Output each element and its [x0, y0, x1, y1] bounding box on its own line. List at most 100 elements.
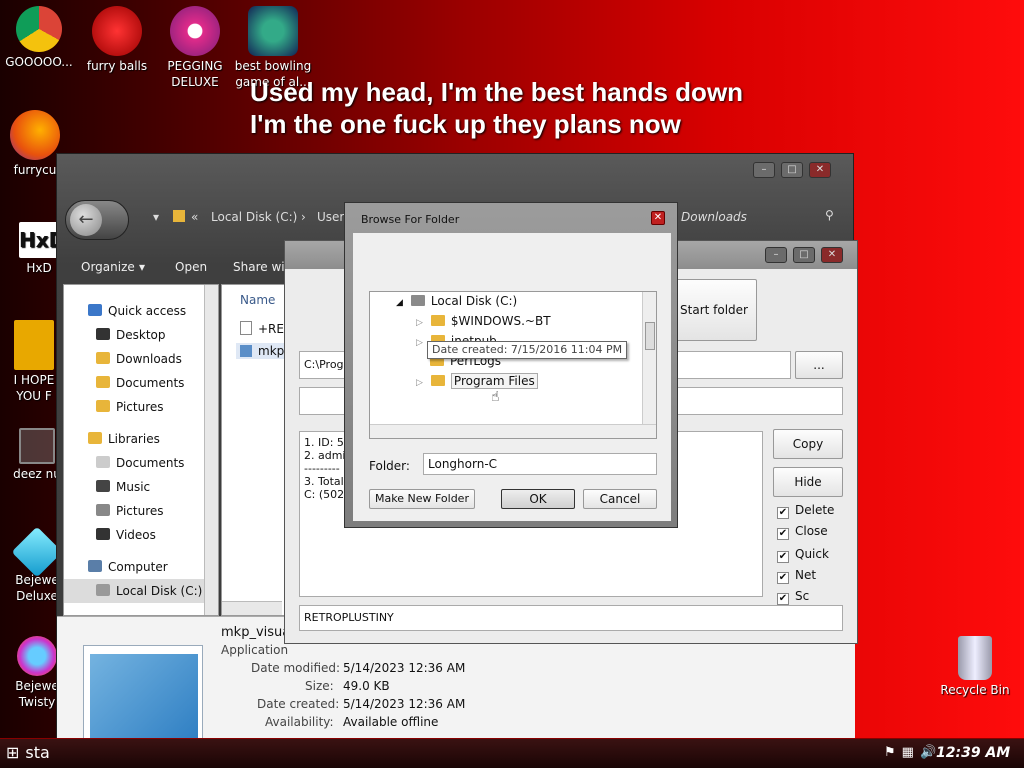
- window-stack-icon: [19, 428, 55, 464]
- videos-icon: [96, 528, 110, 540]
- horizontal-scrollbar[interactable]: [222, 601, 282, 615]
- close-button[interactable]: ✕: [809, 162, 831, 178]
- hxd-icon: HxD: [19, 222, 65, 258]
- firefox-icon: [10, 110, 60, 160]
- make-new-folder-button[interactable]: Make New Folder: [369, 489, 475, 509]
- chevron-down-icon: ▾: [139, 260, 146, 274]
- network-icon[interactable]: ▦: [902, 745, 920, 760]
- nav-label: Documents: [116, 456, 185, 470]
- check-icon: ✔: [777, 507, 789, 519]
- start-folder-button[interactable]: Start folder: [671, 279, 757, 341]
- dropdown-arrow-icon[interactable]: ▾: [153, 210, 159, 224]
- maximize-button[interactable]: □: [793, 247, 815, 263]
- start-button[interactable]: ⊞ sta: [6, 743, 50, 762]
- nav-lib-documents[interactable]: Documents: [88, 451, 218, 475]
- back-arrow-icon[interactable]: ←: [70, 204, 102, 236]
- pegging-icon: [170, 6, 220, 56]
- file-thumbnail: [83, 645, 203, 747]
- minimize-button[interactable]: –: [753, 162, 775, 178]
- minimize-button[interactable]: –: [765, 247, 787, 263]
- desktop-icon-furry-balls[interactable]: furry balls: [76, 6, 158, 74]
- sc-checkbox[interactable]: ✔ Sc: [777, 589, 809, 605]
- tree-node-local-disk[interactable]: ◢ Local Disk (C:): [396, 294, 517, 308]
- tree-horizontal-scrollbar[interactable]: [370, 424, 656, 438]
- breadcrumb-users[interactable]: User: [317, 210, 344, 224]
- desktop-icon-label: Recycle Bin: [940, 683, 1010, 697]
- share-button[interactable]: Share wit: [233, 260, 289, 274]
- nav-quick-access[interactable]: Quick access: [88, 299, 218, 323]
- app-icon: [14, 320, 54, 370]
- copy-button[interactable]: Copy: [773, 429, 843, 459]
- nav-label: Pictures: [116, 504, 164, 518]
- back-forward-buttons[interactable]: ←: [65, 200, 129, 240]
- nav-label: Downloads: [116, 352, 182, 366]
- details-filename: mkp_visual: [221, 625, 294, 640]
- nav-computer[interactable]: Computer: [88, 555, 218, 579]
- nav-scrollbar[interactable]: [204, 285, 218, 615]
- nav-desktop[interactable]: Desktop: [88, 323, 218, 347]
- close-button[interactable]: ✕: [821, 247, 843, 263]
- details-label: Availability:: [265, 715, 334, 729]
- browse-button[interactable]: ...: [795, 351, 843, 379]
- maximize-button[interactable]: □: [781, 162, 803, 178]
- flag-icon[interactable]: ⚑: [884, 745, 902, 760]
- ok-button[interactable]: OK: [501, 489, 575, 509]
- downloads-folder-icon: [96, 352, 110, 364]
- desktop-icon-pegging-deluxe[interactable]: PEGGING DELUXE: [154, 6, 236, 90]
- nav-label: Desktop: [116, 328, 166, 342]
- nav-lib-videos[interactable]: Videos: [88, 523, 218, 547]
- documents-icon: [96, 456, 110, 468]
- checkbox-label: Quick: [795, 547, 829, 561]
- details-label: Date created:: [257, 697, 340, 711]
- net-checkbox[interactable]: ✔ Net: [777, 568, 816, 584]
- desktop-icon-recycle-bin[interactable]: Recycle Bin: [934, 636, 1016, 698]
- breadcrumb-local-disk[interactable]: Local Disk (C:): [211, 210, 297, 224]
- nav-local-disk[interactable]: Local Disk (C:): [64, 579, 218, 603]
- nav-downloads[interactable]: Downloads: [88, 347, 218, 371]
- check-icon: ✔: [777, 593, 789, 605]
- column-header-name[interactable]: Name: [240, 293, 275, 307]
- cancel-button[interactable]: Cancel: [583, 489, 657, 509]
- organize-button[interactable]: Organize: [81, 260, 135, 274]
- nav-libraries[interactable]: Libraries: [88, 427, 218, 451]
- details-date-modified: 5/14/2023 12:36 AM: [343, 661, 466, 675]
- explorer-caption-buttons: – □ ✕: [753, 162, 831, 178]
- desktop-icon-label: Bejewe Deluxe: [15, 573, 59, 603]
- search-icon[interactable]: ⚲: [825, 208, 834, 222]
- tree-label: Local Disk (C:): [430, 294, 518, 308]
- navigation-pane[interactable]: Quick access Desktop Downloads Documents…: [63, 284, 219, 616]
- dialog-close-button[interactable]: ✕: [651, 211, 665, 225]
- folder-tree[interactable]: ◢Local Disk (C:) ▷$WINDOWS.~BT ▷inetpub …: [369, 291, 657, 439]
- nav-pictures[interactable]: Pictures: [88, 395, 218, 419]
- clock[interactable]: 12:39 AM: [936, 745, 1010, 761]
- nav-documents[interactable]: Documents: [88, 371, 218, 395]
- tree-vertical-scrollbar[interactable]: [642, 292, 656, 424]
- nav-lib-music[interactable]: Music: [88, 475, 218, 499]
- nav-label: Documents: [116, 376, 185, 390]
- open-button[interactable]: Open: [175, 260, 207, 274]
- status-input[interactable]: RETROPLUSTINY: [299, 605, 843, 631]
- nav-lib-pictures[interactable]: Pictures: [88, 499, 218, 523]
- folder-input[interactable]: Longhorn-C: [423, 453, 657, 475]
- details-availability: Available offline: [343, 715, 439, 729]
- nav-label: Local Disk (C:): [116, 584, 203, 598]
- quick-checkbox[interactable]: ✔ Quick: [777, 547, 829, 563]
- close-checkbox[interactable]: ✔ Close: [777, 524, 828, 540]
- tree-node[interactable]: ▷ $WINDOWS.~BT: [416, 314, 551, 328]
- hide-button[interactable]: Hide: [773, 467, 843, 497]
- lyrics-line: Used my head, I'm the best hands down: [250, 77, 744, 107]
- delete-checkbox[interactable]: ✔ Delete: [777, 503, 834, 519]
- text-file-icon: [240, 321, 252, 335]
- checkbox-label: Sc: [795, 589, 810, 603]
- details-date-created: 5/14/2023 12:36 AM: [343, 697, 466, 711]
- scroll-thumb[interactable]: [645, 322, 655, 350]
- tree-node-hover[interactable]: ▷ Program Files: [416, 373, 538, 389]
- details-type: Application: [221, 643, 289, 657]
- drive-icon: [96, 584, 110, 596]
- details-size: 49.0 KB: [343, 679, 390, 693]
- desktop-icon: [96, 328, 110, 340]
- star-icon: [88, 304, 102, 316]
- diamond-icon: [11, 526, 63, 578]
- desktop-icon-chrome[interactable]: GOOOOO...: [0, 6, 80, 70]
- browse-for-folder-dialog[interactable]: Browse For Folder ✕ ◢ Local Disk (C:) ▷ $W…: [344, 202, 678, 528]
